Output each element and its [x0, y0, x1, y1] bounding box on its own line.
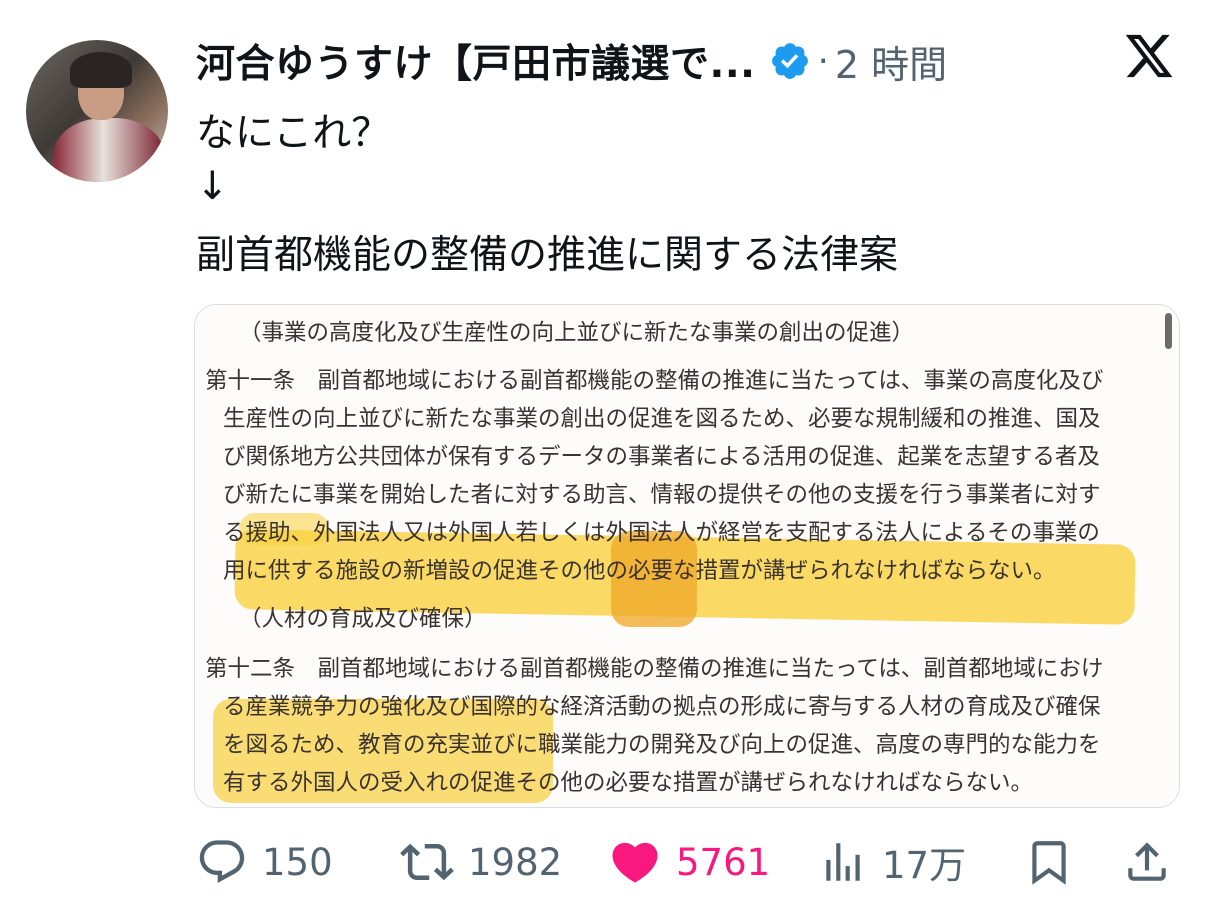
- verified-badge-icon: [772, 43, 809, 79]
- action-bar: 150 1982 5761 17万: [0, 830, 1206, 894]
- retweet-button[interactable]: 1982: [400, 830, 562, 894]
- bookmark-icon: [1032, 841, 1066, 885]
- reply-icon: [199, 840, 245, 884]
- doc-heading-2: （人材の育成及び確保）: [239, 606, 487, 632]
- like-count: 5761: [676, 840, 771, 884]
- doc-line: る産業競争力の強化及び国際的な経済活動の拠点の形成に寄与する人材の育成及び確保: [223, 694, 1101, 720]
- doc-line: 生産性の向上並びに新たな事業の創出の促進を図るため、必要な規制緩和の推進、国及: [223, 406, 1101, 432]
- doc-line: び新たに事業を開始した者に対する助言、情報の提供その他の支援を行う事業者に対す: [223, 482, 1101, 508]
- separator-dot: ·: [817, 40, 829, 82]
- views-icon: [826, 843, 860, 881]
- share-icon: [1128, 842, 1166, 881]
- document-image: （事業の高度化及び生産性の向上並びに新たな事業の創出の促進） 第十一条 副首都地…: [195, 305, 1179, 807]
- x-logo-icon: [1125, 34, 1173, 78]
- attached-image[interactable]: （事業の高度化及び生産性の向上並びに新たな事業の創出の促進） 第十一条 副首都地…: [194, 304, 1180, 808]
- avatar-body-shape: [54, 118, 164, 182]
- doc-line: 用に供する施設の新増設の促進その他の必要な措置が講ぜられなければならない。: [223, 558, 1056, 584]
- reply-button[interactable]: 150: [196, 830, 333, 894]
- share-button[interactable]: [1122, 830, 1172, 894]
- scrollbar[interactable]: [1165, 313, 1172, 349]
- tweet-text-line-1: なにこれ？: [196, 111, 391, 156]
- doc-line: を図るため、教育の充実並びに職業能力の開発及び向上の促進、高度の専門的な能力を: [223, 732, 1101, 758]
- reply-count: 150: [262, 840, 333, 884]
- timestamp[interactable]: 2 時間: [835, 34, 947, 89]
- doc-line: 第十一条 副首都地域における副首都機能の整備の推進に当たっては、事業の高度化及び: [205, 368, 1104, 394]
- tweet-header: 河合ゆうすけ【戸田市議選で... · 2 時間: [196, 30, 947, 92]
- like-button[interactable]: 5761: [608, 830, 770, 894]
- views-button[interactable]: 17万: [818, 830, 966, 894]
- tweet-text-line-2: ↓: [196, 164, 229, 209]
- doc-line: 有する外国人の受入れの促進その他の必要な措置が講ぜられなければならない。: [223, 770, 1034, 796]
- author-name[interactable]: 河合ゆうすけ【戸田市議選で...: [196, 33, 755, 89]
- views-count: 17万: [882, 844, 967, 887]
- avatar[interactable]: [26, 40, 168, 182]
- doc-line: 第十二条 副首都地域における副首都機能の整備の推進に当たっては、副首都地域におけ: [205, 656, 1104, 682]
- bookmark-button[interactable]: [1024, 830, 1074, 894]
- avatar-hair-shape: [70, 52, 132, 88]
- doc-heading-1: （事業の高度化及び生産性の向上並びに新たな事業の創出の促進）: [239, 320, 915, 346]
- retweet-icon: [400, 843, 454, 881]
- retweet-count: 1982: [468, 840, 563, 884]
- doc-line: び関係地方公共団体が保有するデータの事業者による活用の促進、起業を志望する者及: [223, 444, 1100, 470]
- like-icon: [612, 842, 658, 883]
- doc-line: る援助、外国法人又は外国人若しくは外国法人が経営を支配する法人によるその事業の: [223, 520, 1100, 546]
- tweet-text-line-3: 副首都機能の整備の推進に関する法律案: [196, 233, 899, 278]
